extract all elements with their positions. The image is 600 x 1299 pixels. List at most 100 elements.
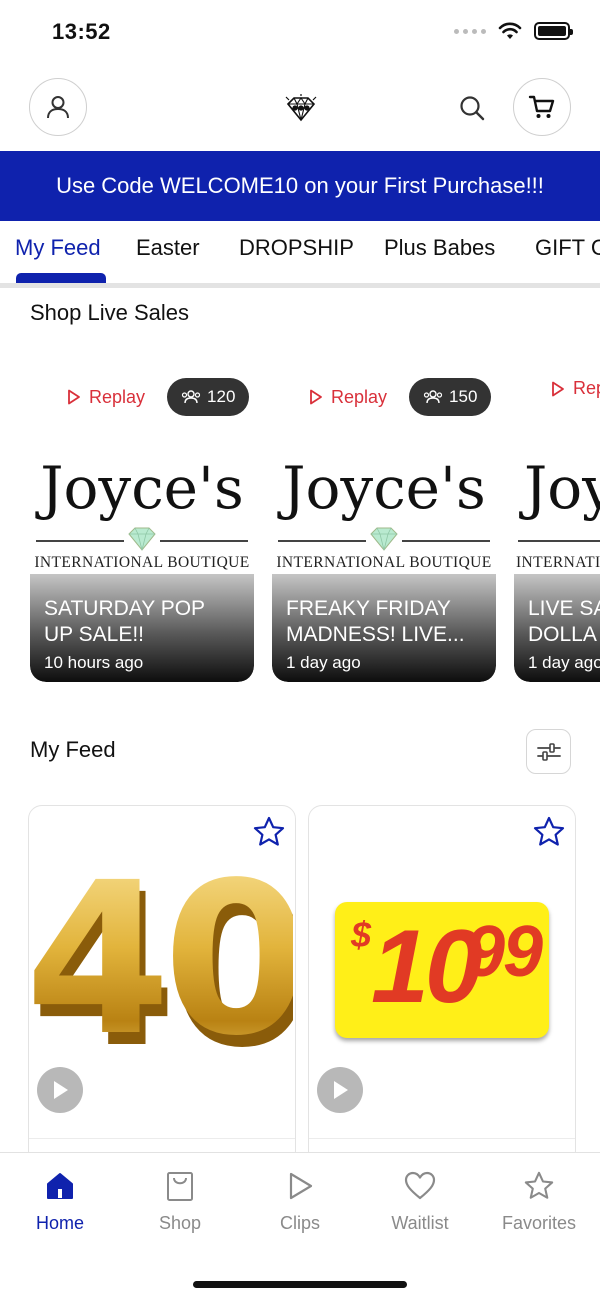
tab-dropship[interactable]: DROPSHIP	[239, 235, 354, 261]
nav-favorites[interactable]: Favorites	[484, 1169, 594, 1234]
price-main: 10	[371, 909, 483, 1025]
play-icon	[334, 1081, 348, 1099]
tab-my-feed[interactable]: My Feed	[15, 235, 101, 261]
battery-icon	[534, 22, 573, 40]
tabs-divider	[0, 283, 600, 288]
nav-shop[interactable]: Shop	[125, 1169, 235, 1234]
home-icon	[47, 1173, 73, 1199]
card-time: 10 hours ago	[44, 653, 144, 672]
viewers-icon	[423, 390, 443, 404]
price-dollar-sign: $	[351, 914, 372, 955]
nav-home[interactable]: Home	[5, 1169, 115, 1234]
nav-shop-label: Shop	[158, 1213, 202, 1233]
search-icon	[460, 96, 485, 121]
card-title-line: DOLLA	[528, 623, 597, 646]
home-indicator[interactable]	[193, 1281, 407, 1288]
price-tag-image: $ 10 99	[335, 902, 549, 1038]
live-sale-meta-1: Replay 120	[67, 378, 250, 416]
tab-easter[interactable]: Easter	[136, 235, 200, 261]
divider	[518, 540, 600, 542]
nav-home-label: Home	[35, 1213, 84, 1233]
card-title: FREAKY FRIDAY MADNESS! LIVE...	[286, 596, 486, 648]
search-button[interactable]	[456, 92, 488, 124]
card-title-line: SATURDAY POP	[44, 597, 206, 620]
nav-clips-label: Clips	[279, 1213, 320, 1233]
card-title-line: Live Sa	[528, 597, 600, 620]
viewers-icon	[181, 390, 201, 404]
replay-button[interactable]: Replay	[67, 387, 145, 408]
divider	[160, 540, 248, 542]
cellular-signal-icon	[454, 28, 486, 34]
card-subtitle: INTERNATI	[516, 554, 600, 571]
card-time: 1 day ago	[286, 653, 361, 672]
replay-label: Replay	[331, 386, 388, 407]
live-sale-meta-2: Replay 150	[309, 378, 492, 416]
diamond-logo-icon[interactable]	[284, 94, 318, 122]
replay-button[interactable]: Rep	[551, 378, 600, 399]
live-sale-meta-3: Rep	[551, 378, 600, 399]
shopping-bag-icon	[167, 1172, 193, 1201]
status-bar: 13:52	[0, 0, 600, 66]
tab-plus-babes[interactable]: Plus Babes	[384, 235, 495, 261]
person-icon	[47, 96, 69, 119]
card-brand: Joy	[524, 454, 600, 522]
card-subtitle: INTERNATIONAL BOUTIQUE	[34, 554, 250, 571]
replay-button[interactable]: Replay	[309, 387, 387, 408]
star-icon	[253, 816, 285, 846]
card-title: SATURDAY POP UP SALE!!	[44, 596, 244, 648]
play-video-button[interactable]	[37, 1067, 83, 1113]
live-sale-card[interactable]: Joyce's INTERNATIONAL BOUTIQUE FREAKY FR…	[272, 446, 496, 682]
replay-play-icon	[68, 389, 80, 405]
nav-waitlist[interactable]: Waitlist	[365, 1169, 475, 1234]
star-icon	[533, 816, 565, 846]
live-sale-card[interactable]: Joyce's INTERNATIONAL BOUTIQUE SATURDAY …	[30, 446, 254, 682]
diamond-icon	[370, 527, 398, 551]
nav-clips[interactable]: Clips	[245, 1169, 355, 1234]
viewer-count-badge: 150	[409, 378, 492, 416]
card-time: 1 day ago	[528, 653, 600, 672]
card-title-line: MADNESS! LIVE...	[286, 623, 465, 646]
top-bar	[0, 78, 600, 140]
viewer-count: 120	[207, 387, 236, 406]
card-title-line: UP SALE!!	[44, 623, 144, 646]
status-time: 13:52	[52, 19, 111, 44]
play-video-button[interactable]	[317, 1067, 363, 1113]
feed-title: My Feed	[30, 737, 116, 762]
tab-gift[interactable]: GIFT C	[535, 235, 600, 261]
diamond-icon	[128, 527, 156, 551]
card-divider	[29, 1138, 295, 1139]
star-icon	[524, 1171, 554, 1199]
card-brand: Joyce's	[40, 454, 244, 522]
replay-play-icon	[552, 381, 564, 396]
card-title-line: FREAKY FRIDAY	[286, 597, 451, 620]
cart-icon	[528, 95, 555, 118]
promo-banner[interactable]: Use Code WELCOME10 on your First Purchas…	[0, 151, 600, 221]
nav-waitlist-label: Waitlist	[391, 1213, 449, 1233]
status-indicators	[454, 22, 573, 40]
replay-label: Replay	[89, 386, 146, 407]
nav-favorites-label: Favorites	[501, 1213, 577, 1233]
product-card[interactable]: $ 10 99	[308, 805, 576, 1165]
profile-button[interactable]	[29, 78, 87, 136]
card-divider	[309, 1138, 575, 1139]
active-tab-indicator	[16, 273, 106, 283]
cart-button[interactable]	[513, 78, 571, 136]
replay-play-icon	[310, 389, 322, 405]
divider	[36, 540, 124, 542]
favorite-button[interactable]	[531, 814, 567, 850]
price-cents: 99	[465, 912, 543, 992]
heart-icon	[404, 1171, 436, 1200]
filter-button[interactable]	[526, 729, 571, 774]
viewer-count-badge: 120	[167, 378, 250, 416]
gold-40-image: 40 40	[33, 868, 293, 1058]
card-title: Live Sa DOLLA	[528, 596, 600, 648]
play-icon	[289, 1172, 313, 1200]
live-sale-card[interactable]: Joy INTERNATI Live Sa DOLLA 1 day ago	[514, 446, 600, 682]
replay-label: Rep	[573, 378, 600, 398]
wifi-icon	[498, 22, 522, 39]
category-tabs: My Feed Easter DROPSHIP Plus Babes GIFT …	[0, 221, 600, 283]
live-sales-title: Shop Live Sales	[30, 300, 189, 325]
product-card[interactable]: 40 40	[28, 805, 296, 1165]
favorite-button[interactable]	[251, 814, 287, 850]
play-icon	[54, 1081, 68, 1099]
